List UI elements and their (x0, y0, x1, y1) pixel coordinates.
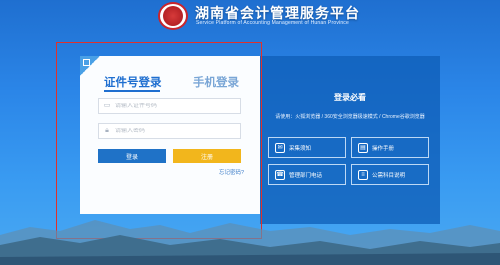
department-phone-label: 管理部门电话 (289, 172, 323, 179)
login-notice-title: 登录必看 (334, 93, 366, 102)
document-icon: ≡ (358, 169, 368, 180)
phone-icon: ☎ (275, 169, 285, 180)
user-manual-label: 操作手册 (372, 145, 395, 152)
logo-seal-icon (158, 2, 188, 30)
manual-icon: ▤ (358, 142, 368, 153)
site-subtitle: Service Platform of Accounting Managemen… (196, 20, 349, 26)
collection-notice-label: 采集须知 (289, 145, 312, 152)
user-manual-button[interactable]: ▤ 操作手册 (351, 137, 429, 158)
header: 湖南省会计管理服务平台 Service Platform of Accounti… (0, 0, 500, 32)
department-phone-button[interactable]: ☎ 管理部门电话 (268, 164, 346, 185)
public-course-button[interactable]: ≡ 公需科目说明 (351, 164, 429, 185)
public-course-label: 公需科目说明 (372, 172, 406, 179)
notice-icon: ✉ (275, 142, 285, 153)
collection-notice-button[interactable]: ✉ 采集须知 (268, 137, 346, 158)
mountain-skyline-background (0, 220, 500, 265)
browser-requirement-note: 请使用：火狐浏览器 / 360安全浏览器极速模式 / Chrome谷歌浏览器 (275, 114, 425, 120)
